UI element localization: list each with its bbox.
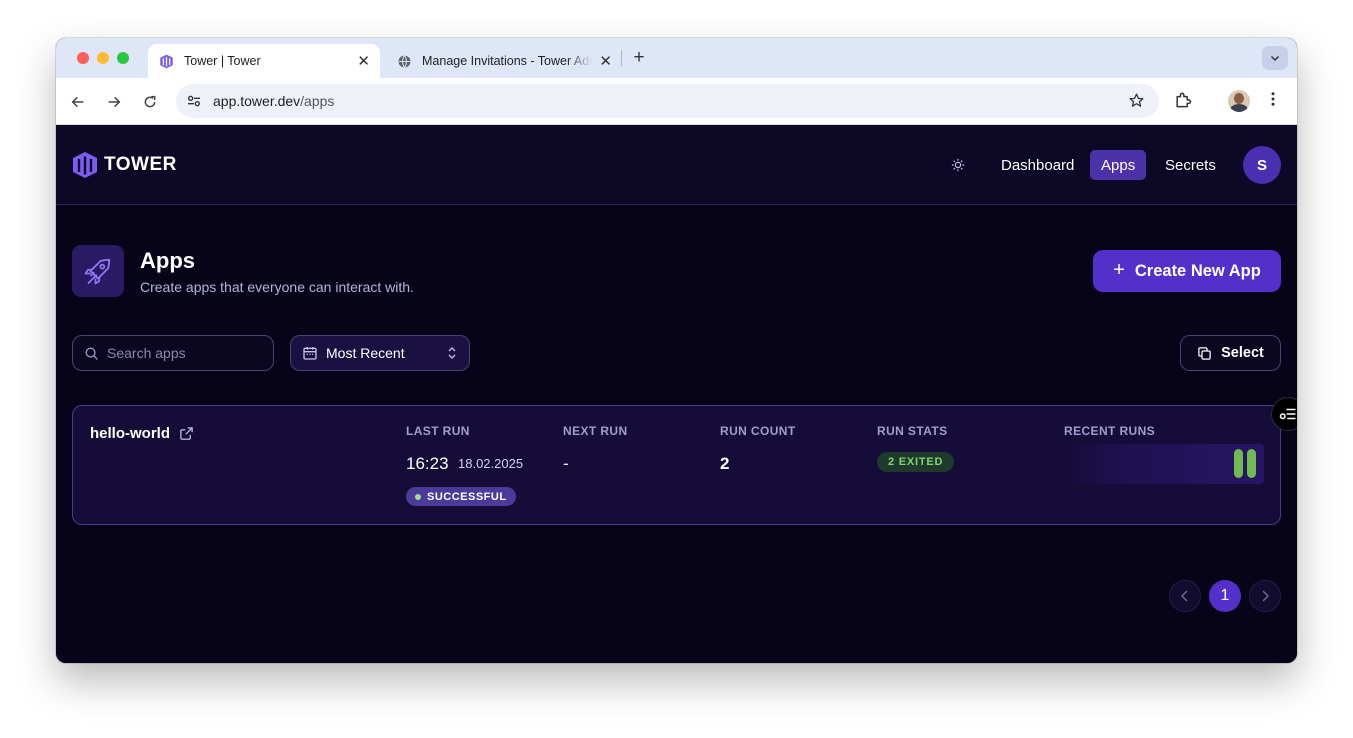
recent-run-bar[interactable] (1247, 449, 1256, 478)
site-settings-icon[interactable] (184, 91, 204, 111)
globe-icon (396, 53, 412, 69)
puzzle-icon (1176, 92, 1192, 108)
recent-run-bar[interactable] (1234, 449, 1243, 478)
user-avatar[interactable]: S (1243, 146, 1281, 184)
page-title: Apps (140, 248, 195, 273)
app-card[interactable]: hello-world LAST RUN NEXT RUN RUN COUNT … (72, 397, 1297, 525)
select-label: Select (1221, 345, 1264, 361)
chevron-right-icon (1262, 590, 1270, 602)
url-text: app.tower.dev/apps (213, 93, 334, 109)
tower-logo-icon (73, 152, 97, 178)
external-link-icon (180, 427, 193, 440)
nav-apps[interactable]: Apps (1090, 150, 1147, 180)
arrow-left-icon (71, 96, 84, 108)
url-path: /apps (300, 93, 335, 109)
tab-divider (621, 50, 622, 66)
app-name-link[interactable]: hello-world (90, 425, 194, 442)
profile-avatar (1228, 90, 1250, 112)
app-options-button[interactable] (1271, 397, 1297, 431)
tab-close-icon[interactable]: ✕ (357, 52, 370, 70)
browser-window: Tower | Tower ✕ Manage Invitations - Tow… (56, 38, 1297, 663)
kebab-menu-icon (1271, 92, 1275, 106)
settings-list-icon (1279, 408, 1296, 420)
status-label: SUCCESSFUL (427, 490, 507, 503)
calendar-icon (303, 347, 317, 360)
create-new-app-button[interactable]: + Create New App (1093, 250, 1281, 292)
copy-icon (1198, 346, 1211, 360)
chevron-up-down-icon (448, 346, 456, 360)
column-header-last-run: LAST RUN (406, 424, 470, 438)
plus-icon: + (1113, 258, 1125, 281)
new-tab-button[interactable]: + (628, 47, 650, 69)
maximize-window-button[interactable] (117, 52, 129, 64)
app-viewport: TOWER Dashboard Apps Secrets S Apps Crea… (56, 125, 1297, 663)
arrow-right-icon (108, 96, 121, 108)
extensions-button[interactable] (1173, 90, 1193, 110)
app-name: hello-world (90, 425, 170, 442)
reload-icon (144, 95, 156, 108)
back-button[interactable] (66, 90, 90, 114)
sort-label: Most Recent (326, 345, 405, 361)
column-header-run-stats: RUN STATS (877, 424, 948, 438)
run-count-value: 2 (720, 454, 730, 473)
rocket-icon (72, 245, 124, 297)
tab-manage-invitations[interactable]: Manage Invitations - Tower Admin ✕ (386, 44, 622, 78)
status-badge: SUCCESSFUL (406, 487, 516, 506)
browser-toolbar: app.tower.dev/apps (56, 78, 1297, 125)
next-page-button[interactable] (1249, 580, 1281, 612)
column-header-recent-runs: RECENT RUNS (1064, 424, 1156, 438)
chevron-down-icon (1270, 55, 1280, 62)
recent-runs-chart (1064, 444, 1264, 484)
profile-button[interactable] (1228, 90, 1250, 112)
tab-search-button[interactable] (1262, 46, 1288, 70)
tower-favicon-icon (158, 53, 174, 69)
browser-menu-button[interactable] (1264, 90, 1282, 108)
column-header-next-run: NEXT RUN (563, 424, 628, 438)
tab-title: Tower | Tower (184, 54, 261, 68)
search-icon (85, 347, 98, 360)
logo-text: TOWER (104, 154, 177, 175)
search-box[interactable] (72, 335, 274, 371)
tower-logo[interactable]: TOWER (72, 151, 177, 179)
page-subtitle: Create apps that everyone can interact w… (140, 279, 414, 295)
theme-toggle-button[interactable] (949, 156, 967, 174)
next-run-value: - (563, 454, 569, 473)
status-dot (415, 493, 421, 500)
last-run-date: 18.02.2025 (458, 456, 524, 471)
previous-page-button[interactable] (1169, 580, 1201, 612)
create-new-app-label: Create New App (1134, 261, 1261, 280)
select-button[interactable]: Select (1180, 335, 1281, 371)
nav-secrets[interactable]: Secrets (1154, 150, 1227, 180)
tab-close-icon[interactable]: ✕ (599, 52, 612, 70)
tab-title: Manage Invitations - Tower Admin (422, 54, 592, 68)
search-input[interactable] (107, 336, 267, 370)
tab-tower[interactable]: Tower | Tower ✕ (148, 44, 380, 78)
minimize-window-button[interactable] (97, 52, 109, 64)
sun-icon (951, 158, 965, 172)
address-bar[interactable]: app.tower.dev/apps (176, 84, 1159, 118)
run-stats-badge: 2 EXITED (877, 452, 955, 472)
reload-button[interactable] (138, 90, 162, 114)
forward-button[interactable] (102, 90, 126, 114)
last-run-time: 16:23 (406, 454, 449, 473)
close-window-button[interactable] (77, 52, 89, 64)
page-button-current[interactable]: 1 (1209, 580, 1241, 612)
nav-dashboard[interactable]: Dashboard (990, 150, 1085, 180)
chevron-left-icon (1180, 590, 1188, 602)
bookmark-star-icon[interactable] (1128, 92, 1145, 114)
tab-strip: Tower | Tower ✕ Manage Invitations - Tow… (56, 38, 1297, 78)
url-host: app.tower.dev (213, 93, 301, 109)
app-header: TOWER Dashboard Apps Secrets S (56, 125, 1297, 205)
column-header-run-count: RUN COUNT (720, 424, 796, 438)
sort-select[interactable]: Most Recent (290, 335, 470, 371)
